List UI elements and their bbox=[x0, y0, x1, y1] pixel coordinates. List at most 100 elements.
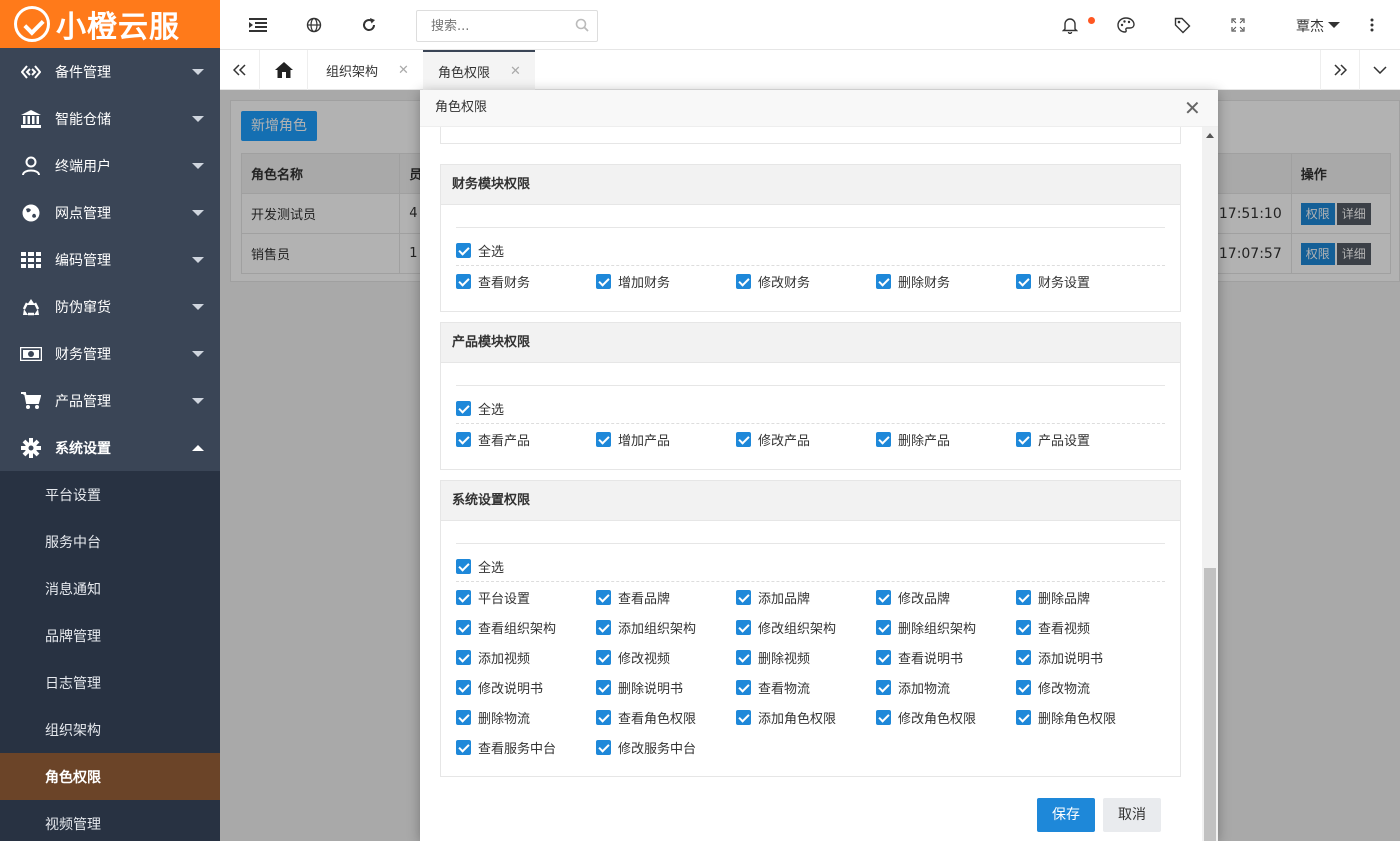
sub-item-logs[interactable]: 日志管理 bbox=[0, 659, 220, 706]
permission-checkbox[interactable]: 财务设置 bbox=[1016, 271, 1090, 291]
sidebar-item-products[interactable]: 产品管理 bbox=[0, 377, 220, 424]
checkbox-checked[interactable] bbox=[736, 589, 751, 605]
permission-checkbox[interactable]: 修改说明书 bbox=[456, 677, 543, 697]
sidebar-item-outlets[interactable]: 网点管理 bbox=[0, 189, 220, 236]
checkbox-checked[interactable] bbox=[456, 558, 471, 574]
globe-icon[interactable] bbox=[304, 15, 324, 35]
permission-checkbox[interactable]: 修改组织架构 bbox=[736, 617, 836, 637]
checkbox-checked[interactable] bbox=[596, 709, 611, 725]
checkbox-checked[interactable] bbox=[876, 709, 891, 725]
permission-checkbox[interactable]: 平台设置 bbox=[456, 587, 530, 607]
sidebar-item-anti-counterfeit[interactable]: 防伪窜货 bbox=[0, 283, 220, 330]
checkbox-checked[interactable] bbox=[736, 273, 751, 289]
checkbox-checked[interactable] bbox=[876, 589, 891, 605]
permission-checkbox[interactable]: 添加视频 bbox=[456, 647, 530, 667]
checkbox-checked[interactable] bbox=[876, 431, 891, 447]
checkbox-checked[interactable] bbox=[456, 649, 471, 665]
permission-checkbox[interactable]: 修改角色权限 bbox=[876, 707, 976, 727]
permission-checkbox[interactable]: 添加说明书 bbox=[1016, 647, 1103, 667]
checkbox-checked[interactable] bbox=[596, 619, 611, 635]
permission-checkbox[interactable]: 增加产品 bbox=[596, 429, 670, 449]
permission-checkbox[interactable]: 产品设置 bbox=[1016, 429, 1090, 449]
cancel-button[interactable]: 取消 bbox=[1103, 798, 1161, 832]
checkbox-checked[interactable] bbox=[456, 273, 471, 289]
permission-checkbox[interactable]: 查看品牌 bbox=[596, 587, 670, 607]
checkbox-checked[interactable] bbox=[456, 709, 471, 725]
close-icon[interactable]: ✕ bbox=[1184, 96, 1201, 120]
checkbox-checked[interactable] bbox=[876, 273, 891, 289]
tag-icon[interactable] bbox=[1172, 15, 1192, 35]
permission-checkbox[interactable]: 添加角色权限 bbox=[736, 707, 836, 727]
permission-checkbox[interactable]: 查看组织架构 bbox=[456, 617, 556, 637]
permission-checkbox[interactable]: 查看说明书 bbox=[876, 647, 963, 667]
sidebar-item-codes[interactable]: 编码管理 bbox=[0, 236, 220, 283]
sub-item-video-management[interactable]: 视频管理 bbox=[0, 800, 220, 841]
sub-item-brand-management[interactable]: 品牌管理 bbox=[0, 612, 220, 659]
more-vertical-icon[interactable] bbox=[1362, 15, 1382, 35]
checkbox-checked[interactable] bbox=[1016, 679, 1031, 695]
permission-checkbox[interactable]: 修改物流 bbox=[1016, 677, 1090, 697]
sidebar-item-finance[interactable]: 财务管理 bbox=[0, 330, 220, 377]
permission-checkbox[interactable]: 查看产品 bbox=[456, 429, 530, 449]
permission-checkbox[interactable]: 增加财务 bbox=[596, 271, 670, 291]
menu-toggle-icon[interactable] bbox=[248, 15, 268, 35]
scrollbar-thumb[interactable] bbox=[1204, 568, 1216, 841]
checkbox-checked[interactable] bbox=[596, 273, 611, 289]
close-icon[interactable]: ✕ bbox=[398, 63, 409, 78]
checkbox-checked[interactable] bbox=[736, 649, 751, 665]
tabs-dropdown-button[interactable] bbox=[1360, 50, 1400, 90]
logo[interactable]: 小橙云服 bbox=[0, 0, 220, 48]
permission-checkbox[interactable]: 修改服务中台 bbox=[596, 737, 696, 757]
permission-checkbox[interactable]: 删除组织架构 bbox=[876, 617, 976, 637]
permission-checkbox[interactable]: 添加品牌 bbox=[736, 587, 810, 607]
close-icon[interactable]: ✕ bbox=[510, 64, 521, 79]
checkbox-checked[interactable] bbox=[456, 242, 471, 258]
checkbox-checked[interactable] bbox=[1016, 649, 1031, 665]
permission-checkbox[interactable]: 删除品牌 bbox=[1016, 587, 1090, 607]
checkbox-checked[interactable] bbox=[456, 679, 471, 695]
tabs-scroll-right-button[interactable] bbox=[1320, 50, 1360, 90]
refresh-icon[interactable] bbox=[359, 15, 379, 35]
sidebar-item-terminal-users[interactable]: 终端用户 bbox=[0, 142, 220, 189]
select-all-checkbox[interactable]: 全选 bbox=[456, 240, 504, 260]
sub-item-platform-settings[interactable]: 平台设置 bbox=[0, 471, 220, 518]
checkbox-checked[interactable] bbox=[456, 431, 471, 447]
permission-checkbox[interactable]: 添加物流 bbox=[876, 677, 950, 697]
sub-item-service-center[interactable]: 服务中台 bbox=[0, 518, 220, 565]
checkbox-checked[interactable] bbox=[876, 679, 891, 695]
checkbox-checked[interactable] bbox=[456, 400, 471, 416]
fullscreen-icon[interactable] bbox=[1228, 15, 1248, 35]
permission-checkbox[interactable]: 修改品牌 bbox=[876, 587, 950, 607]
scroll-up-icon[interactable] bbox=[1206, 133, 1214, 138]
sidebar-item-system-settings[interactable]: 系统设置 bbox=[0, 424, 220, 471]
permission-checkbox[interactable]: 查看财务 bbox=[456, 271, 530, 291]
permission-checkbox[interactable]: 删除财务 bbox=[876, 271, 950, 291]
sub-item-notifications[interactable]: 消息通知 bbox=[0, 565, 220, 612]
search-input[interactable] bbox=[416, 10, 598, 42]
checkbox-checked[interactable] bbox=[736, 709, 751, 725]
tab-home[interactable] bbox=[260, 50, 308, 90]
permission-checkbox[interactable]: 删除说明书 bbox=[596, 677, 683, 697]
checkbox-checked[interactable] bbox=[596, 739, 611, 755]
checkbox-checked[interactable] bbox=[456, 589, 471, 605]
checkbox-checked[interactable] bbox=[1016, 431, 1031, 447]
permission-checkbox[interactable]: 修改视频 bbox=[596, 647, 670, 667]
checkbox-checked[interactable] bbox=[596, 679, 611, 695]
sub-item-organization[interactable]: 组织架构 bbox=[0, 706, 220, 753]
checkbox-checked[interactable] bbox=[1016, 709, 1031, 725]
permission-checkbox[interactable]: 查看角色权限 bbox=[596, 707, 696, 727]
permission-checkbox[interactable]: 添加组织架构 bbox=[596, 617, 696, 637]
permission-checkbox[interactable]: 查看物流 bbox=[736, 677, 810, 697]
checkbox-checked[interactable] bbox=[736, 431, 751, 447]
checkbox-checked[interactable] bbox=[456, 619, 471, 635]
sidebar-item-warehouse[interactable]: 智能仓储 bbox=[0, 95, 220, 142]
sub-item-role-permissions[interactable]: 角色权限 bbox=[0, 753, 220, 800]
permission-checkbox[interactable]: 删除视频 bbox=[736, 647, 810, 667]
checkbox-checked[interactable] bbox=[596, 431, 611, 447]
checkbox-checked[interactable] bbox=[1016, 619, 1031, 635]
tab-organization[interactable]: 组织架构 ✕ bbox=[326, 50, 409, 90]
chevron-down-icon[interactable] bbox=[1328, 22, 1340, 28]
checkbox-checked[interactable] bbox=[736, 619, 751, 635]
checkbox-checked[interactable] bbox=[596, 649, 611, 665]
permission-checkbox[interactable]: 修改产品 bbox=[736, 429, 810, 449]
